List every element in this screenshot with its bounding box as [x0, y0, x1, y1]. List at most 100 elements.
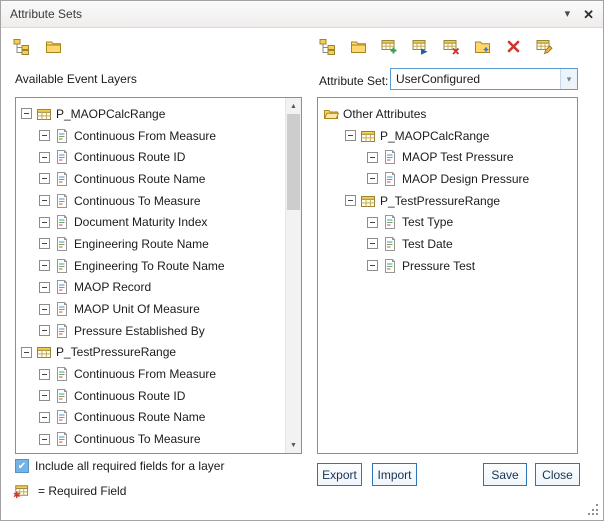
tree-item[interactable]: P_TestPressureRange	[16, 342, 285, 364]
tree-item-label: Continuous To Measure	[74, 194, 201, 208]
collapse-layer-tree-button[interactable]	[41, 34, 65, 58]
tree-item[interactable]: Test Date	[318, 233, 577, 255]
expand-collapse-box[interactable]	[345, 130, 356, 141]
expand-collapse-box[interactable]	[39, 390, 50, 401]
close-button[interactable]: Close	[535, 463, 580, 486]
attribute-set-tree: Other Attributes P_MAOPCalcRange MAOP Test…	[318, 98, 577, 453]
scroll-down-icon[interactable]: ▼	[286, 437, 301, 453]
expand-collapse-box[interactable]	[367, 173, 378, 184]
tree-item[interactable]: Engineering To Route Name	[16, 255, 285, 277]
tree-item[interactable]: Continuous From Measure	[16, 363, 285, 385]
tree-item[interactable]: Other Attributes	[318, 103, 577, 125]
tree-item[interactable]: P_MAOPCalcRange	[318, 125, 577, 147]
field-icon	[54, 323, 70, 339]
tree-item[interactable]: Continuous Route ID	[16, 146, 285, 168]
tree-item-label: Continuous Route ID	[74, 389, 185, 403]
attribute-set-value: UserConfigured	[391, 69, 560, 89]
window-title: Attribute Sets	[10, 7, 552, 21]
save-button[interactable]: Save	[483, 463, 527, 486]
tree-item[interactable]: P_TestPressureRange	[318, 190, 577, 212]
dock-menu-icon[interactable]: ▾	[565, 9, 571, 20]
expand-collapse-box[interactable]	[39, 325, 50, 336]
tree-item[interactable]: Pressure Test	[318, 255, 577, 277]
remove-table-button[interactable]	[439, 34, 463, 58]
expand-collapse-box[interactable]	[39, 217, 50, 228]
left-scrollbar[interactable]: ▲ ▼	[285, 98, 301, 453]
tree-item-label: Test Type	[402, 215, 453, 229]
include-required-fields-row: ✔ Include all required fields for a laye…	[15, 459, 224, 473]
tree-item-label: MAOP Test Pressure	[402, 150, 514, 164]
import-button[interactable]: Import	[372, 463, 417, 486]
tree-nodes-icon	[319, 38, 336, 55]
delete-attribute-set-button[interactable]	[501, 34, 525, 58]
export-button[interactable]: Export	[317, 463, 362, 486]
add-table-button[interactable]	[377, 34, 401, 58]
expand-collapse-box[interactable]	[345, 195, 356, 206]
expand-collapse-box[interactable]	[39, 195, 50, 206]
expand-collapse-box[interactable]	[39, 282, 50, 293]
field-icon	[54, 388, 70, 404]
tree-item[interactable]: MAOP Record	[16, 277, 285, 299]
folder-open-icon	[323, 106, 339, 122]
tree-item[interactable]: Engineering Route Name	[16, 233, 285, 255]
include-required-fields-checkbox[interactable]: ✔	[15, 459, 29, 473]
tree-item[interactable]: Continuous Route Name	[16, 407, 285, 429]
expand-collapse-box[interactable]	[39, 152, 50, 163]
folder-icon	[350, 38, 367, 55]
tree-item[interactable]: Continuous To Measure	[16, 428, 285, 450]
tree-item[interactable]: Continuous From Measure	[16, 125, 285, 147]
available-layers-panel: P_MAOPCalcRangeContinuous From MeasureCo…	[15, 97, 302, 454]
tree-item[interactable]: Continuous Route ID	[16, 385, 285, 407]
expand-attribute-tree-button[interactable]	[315, 34, 339, 58]
expand-collapse-box[interactable]	[367, 152, 378, 163]
expand-collapse-box[interactable]	[39, 434, 50, 445]
tree-item-label: MAOP Design Pressure	[402, 172, 529, 186]
scrollbar-thumb[interactable]	[287, 114, 300, 210]
tree-item[interactable]: Continuous To Measure	[16, 190, 285, 212]
collapse-attribute-tree-button[interactable]	[346, 34, 370, 58]
tree-item-label: Test Date	[402, 237, 453, 251]
tree-item-label: Pressure Established By	[74, 324, 205, 338]
resize-grip[interactable]	[586, 503, 599, 516]
combo-dropdown-icon[interactable]: ▾	[560, 69, 577, 89]
close-icon[interactable]: ✕	[583, 8, 594, 21]
attribute-sets-dialog: Attribute Sets ▾ ✕ Available Event Layer…	[0, 0, 604, 521]
field-icon	[382, 214, 398, 230]
tree-item-label: Other Attributes	[343, 107, 426, 121]
tree-item-label: Continuous Route ID	[74, 150, 185, 164]
tree-item[interactable]: Continuous Route Name	[16, 168, 285, 190]
expand-collapse-box[interactable]	[39, 412, 50, 423]
tree-item[interactable]: Document Maturity Index	[16, 211, 285, 233]
tree-item-label: MAOP Unit Of Measure	[74, 302, 200, 316]
expand-collapse-box[interactable]	[367, 238, 378, 249]
attribute-set-label: Attribute Set:	[319, 74, 388, 88]
tree-item-label: Continuous Route Name	[74, 410, 205, 424]
expand-collapse-box[interactable]	[21, 347, 32, 358]
expand-collapse-box[interactable]	[39, 238, 50, 249]
expand-collapse-box[interactable]	[367, 217, 378, 228]
new-attribute-set-button[interactable]	[532, 34, 556, 58]
expand-collapse-box[interactable]	[39, 304, 50, 315]
tree-item[interactable]: P_MAOPCalcRange	[16, 103, 285, 125]
folder-accent-icon	[474, 38, 491, 55]
field-icon	[54, 214, 70, 230]
group-attributes-button[interactable]	[470, 34, 494, 58]
tree-item[interactable]: Pressure Established By	[16, 320, 285, 342]
expand-layer-tree-button[interactable]	[9, 34, 33, 58]
table-x-icon	[443, 38, 460, 55]
tree-item[interactable]: MAOP Test Pressure	[318, 146, 577, 168]
expand-collapse-box[interactable]	[39, 369, 50, 380]
load-table-button[interactable]	[408, 34, 432, 58]
tree-item[interactable]: MAOP Unit Of Measure	[16, 298, 285, 320]
tree-item[interactable]: Test Type	[318, 211, 577, 233]
expand-collapse-box[interactable]	[39, 130, 50, 141]
tree-item[interactable]: MAOP Design Pressure	[318, 168, 577, 190]
field-icon	[54, 128, 70, 144]
scroll-up-icon[interactable]: ▲	[286, 98, 301, 114]
attribute-set-combobox[interactable]: UserConfigured ▾	[390, 68, 578, 90]
expand-collapse-box[interactable]	[39, 173, 50, 184]
expand-collapse-box[interactable]	[367, 260, 378, 271]
field-icon	[54, 366, 70, 382]
expand-collapse-box[interactable]	[39, 260, 50, 271]
expand-collapse-box[interactable]	[21, 108, 32, 119]
